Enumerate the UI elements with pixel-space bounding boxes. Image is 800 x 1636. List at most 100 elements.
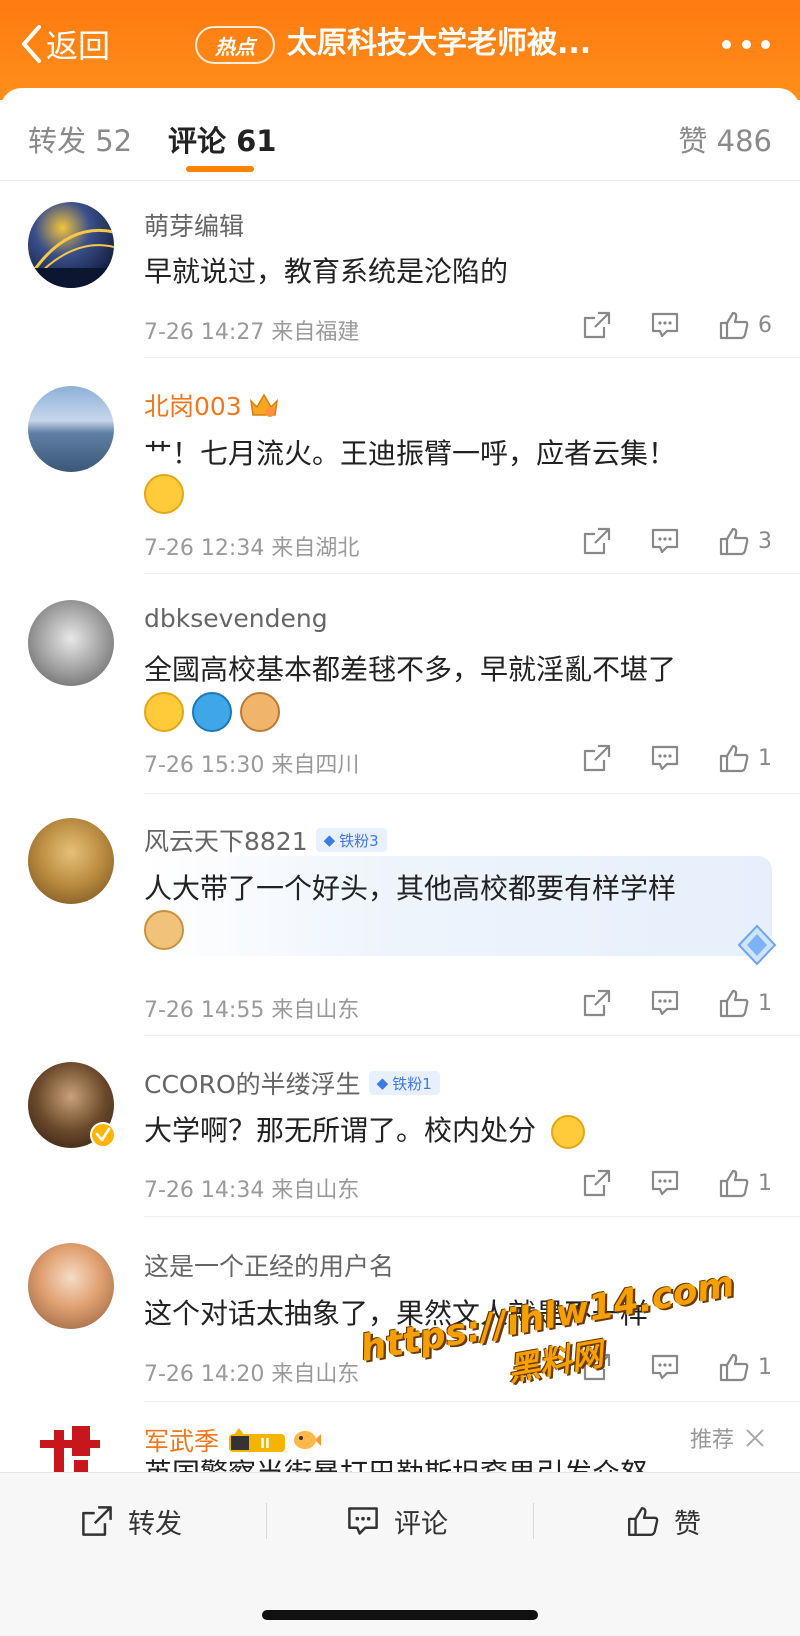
- like-count: 1: [758, 1170, 772, 1196]
- divider: [533, 1503, 534, 1539]
- tab-indicator: [186, 166, 254, 172]
- comment-icon[interactable]: [650, 1169, 680, 1197]
- username-text: 北岗003: [144, 392, 242, 421]
- username[interactable]: 这是一个正经的用户名: [144, 1247, 394, 1283]
- like-button[interactable]: 1: [718, 1168, 772, 1198]
- comment-text: 人大带了一个好头，其他高校都要有样学样: [144, 872, 677, 905]
- username-text: CCORO的半缕浮生: [144, 1070, 361, 1099]
- emoji-row: [144, 692, 288, 732]
- chevron-left-icon: [22, 25, 41, 63]
- comment-text-clip: 英国警察当街暴打巴勒斯坦裔男引发众怒: [144, 1458, 704, 1472]
- username-text: 军武季: [144, 1427, 220, 1456]
- crown-vip-icon: II: [229, 1428, 286, 1452]
- close-icon[interactable]: [744, 1427, 766, 1449]
- avatar-image: [28, 228, 114, 288]
- username[interactable]: 萌芽编辑: [144, 207, 244, 243]
- avatar[interactable]: [28, 818, 114, 904]
- like-button[interactable]: 1: [718, 743, 772, 773]
- comment-meta: 7-26 14:27 来自福建: [144, 314, 359, 346]
- like-button[interactable]: 赞: [626, 1499, 701, 1543]
- comment-actions: 1: [582, 1168, 772, 1198]
- diamond-icon: [737, 924, 777, 966]
- hot-tag: 热点: [195, 26, 275, 64]
- emoji-cat-icon: [240, 692, 280, 732]
- comment-label: 评论: [394, 1508, 448, 1540]
- share-icon[interactable]: [582, 310, 612, 340]
- fan-badge: ◆ 铁粉3: [315, 828, 387, 852]
- comment-location: 来自山东: [271, 1178, 360, 1203]
- share-icon[interactable]: [582, 1168, 612, 1198]
- comment-meta: 7-26 12:34 来自湖北: [144, 530, 359, 562]
- divider: [144, 573, 800, 574]
- username[interactable]: 军武季 II: [144, 1422, 322, 1458]
- recommend-tag: 推荐: [690, 1422, 766, 1454]
- avatar[interactable]: [28, 386, 114, 472]
- diamond-icon: ◆: [323, 831, 336, 849]
- repost-button[interactable]: 转发: [80, 1499, 182, 1543]
- emoji-doge-icon: [144, 910, 192, 950]
- emoji-shrug-icon: [550, 1115, 585, 1149]
- comment-button[interactable]: 评论: [346, 1499, 448, 1543]
- like-button[interactable]: 1: [718, 988, 772, 1018]
- comment-meta: 7-26 14:20 来自山东: [144, 1356, 359, 1388]
- comment-time: 7-26 14:34: [144, 1178, 265, 1203]
- thumbs-up-icon: [628, 1507, 659, 1536]
- avatar[interactable]: [28, 600, 114, 686]
- comment-icon[interactable]: [650, 311, 680, 339]
- username[interactable]: 北岗003: [144, 387, 280, 423]
- divider: [144, 1401, 800, 1402]
- comment-icon[interactable]: [650, 989, 680, 1017]
- comment-time: 7-26 14:20: [144, 1362, 265, 1387]
- share-icon[interactable]: [582, 526, 612, 556]
- thumbs-up-icon: [719, 527, 749, 556]
- page-title: 太原科技大学老师被...: [287, 26, 592, 61]
- back-button[interactable]: 返回: [20, 22, 110, 66]
- share-icon[interactable]: [582, 743, 612, 773]
- thumbs-up-icon: [719, 744, 749, 773]
- like-count: 1: [758, 1354, 772, 1380]
- verified-icon: [90, 1122, 116, 1148]
- comment-text: 早就说过，教育系统是沦陷的: [144, 255, 509, 288]
- more-dot: [761, 39, 770, 49]
- comment-location: 来自湖北: [271, 536, 360, 561]
- comment-meta: 7-26 14:55 来自山东: [144, 992, 359, 1024]
- tab-repost[interactable]: 转发 52: [28, 118, 132, 160]
- avatar[interactable]: [28, 1243, 114, 1329]
- like-button[interactable]: 1: [718, 1352, 772, 1382]
- more-options-button[interactable]: [722, 30, 770, 58]
- comment-actions: 6: [582, 310, 772, 340]
- username[interactable]: 风云天下8821 ◆ 铁粉3: [144, 822, 387, 858]
- divider: [0, 180, 800, 181]
- tab-comment[interactable]: 评论 61: [168, 118, 276, 160]
- like-count: 3: [758, 528, 772, 554]
- username[interactable]: dbksevendeng: [144, 604, 328, 633]
- username[interactable]: CCORO的半缕浮生 ◆ 铁粉1: [144, 1065, 440, 1101]
- thumbs-up-icon: [719, 989, 749, 1018]
- like-button[interactable]: 6: [718, 310, 772, 340]
- more-dot: [722, 39, 731, 49]
- comment-actions: 3: [582, 526, 772, 556]
- comment-location: 来自山东: [271, 998, 360, 1023]
- comment-icon[interactable]: [650, 744, 680, 772]
- thumbs-up-icon: [719, 1353, 749, 1382]
- tab-like[interactable]: 赞 486: [678, 118, 772, 160]
- svg-text:II: II: [260, 1437, 270, 1452]
- avatar[interactable]: [28, 202, 114, 288]
- divider: [144, 1035, 800, 1036]
- comment-icon[interactable]: [650, 527, 680, 555]
- like-count: 6: [758, 312, 772, 338]
- comment-actions: 1: [582, 743, 772, 773]
- like-label: 赞: [674, 1508, 701, 1540]
- home-indicator[interactable]: [262, 1610, 538, 1620]
- fan-badge-label: 铁粉3: [339, 831, 379, 850]
- fish-icon: [294, 1431, 322, 1449]
- comment-actions: 1: [582, 988, 772, 1018]
- divider: [144, 1216, 800, 1217]
- like-button[interactable]: 3: [718, 526, 772, 556]
- like-count: 1: [758, 745, 772, 771]
- thumbs-up-icon: [719, 311, 749, 340]
- share-icon: [82, 1506, 112, 1536]
- back-label: 返回: [46, 27, 111, 65]
- share-icon[interactable]: [582, 988, 612, 1018]
- comment-text: 大学啊？那无所谓了。校内处分: [144, 1109, 593, 1149]
